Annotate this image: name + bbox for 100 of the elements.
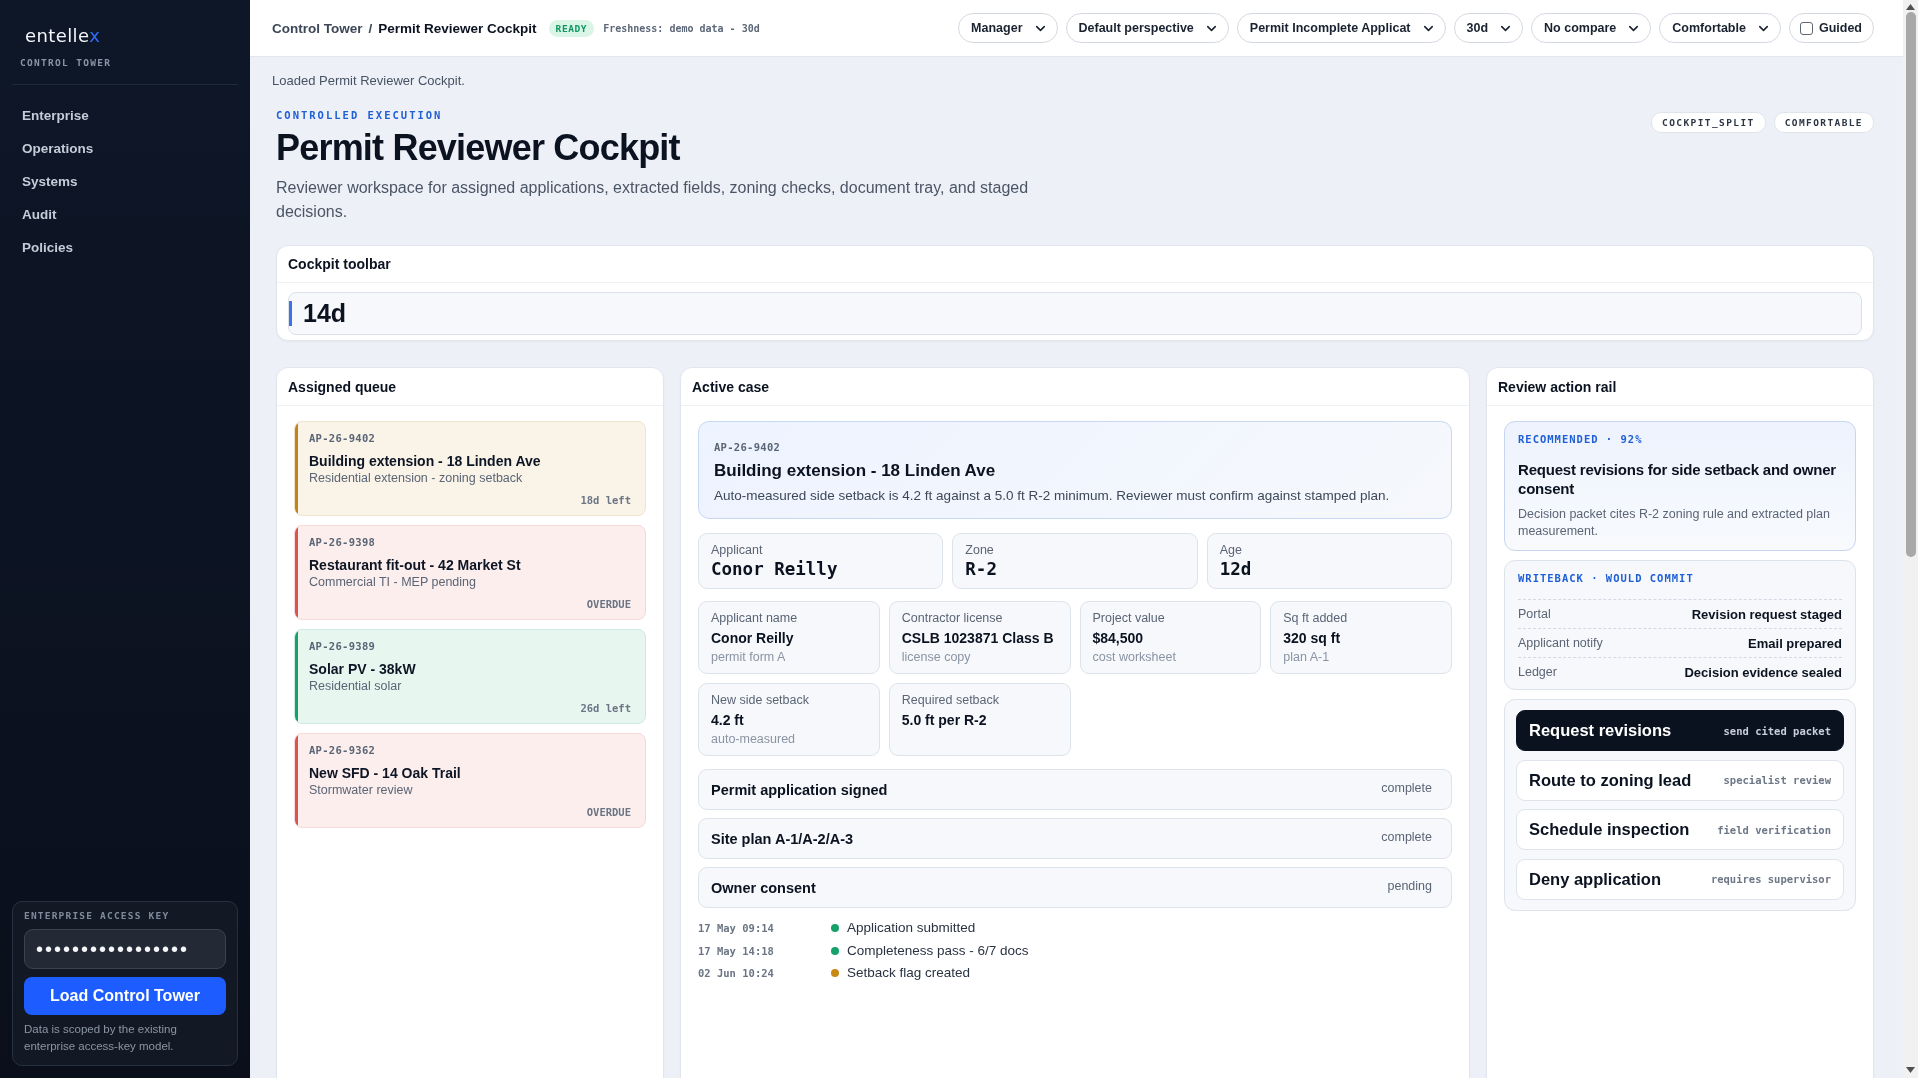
field-source: permit form A (711, 649, 786, 665)
case-id: AP-26-9389 (309, 639, 376, 653)
document-row[interactable]: Permit application signed complete (698, 769, 1452, 810)
freshness-text: Freshness: demo data - 30d (603, 22, 760, 34)
action-button[interactable]: Request revisions send cited packet (1516, 710, 1844, 751)
timeline-text: Completeness pass - 6/7 docs (847, 941, 1029, 960)
stat-value: R-2 (965, 558, 997, 580)
action-hint: field verification (1717, 823, 1831, 836)
document-name: Site plan A-1/A-2/A-3 (711, 830, 854, 847)
due-label: OVERDUE (586, 597, 631, 611)
field-source: cost worksheet (1092, 649, 1176, 665)
field-label: Sq ft added (1283, 610, 1348, 626)
field-value: CSLB 1023871 Class B (901, 629, 1054, 648)
status-badge: READY (548, 19, 595, 37)
case-id: AP-26-9362 (309, 743, 376, 757)
writeback-title: WRITEBACK · WOULD COMMIT (1518, 571, 1694, 585)
recommendation-description: Decision packet cites R-2 zoning rule and extracted plan measurement. (1518, 506, 1831, 539)
due-label: 26d left (580, 701, 631, 715)
access-key-label: ENTERPRISE ACCESS KEY (24, 910, 170, 922)
guided-toggle[interactable]: Guided (1788, 13, 1874, 43)
timeline-time: 02 Jun 10:24 (698, 966, 775, 981)
checkbox[interactable] (1799, 21, 1813, 35)
writeback-value: Revision request staged (1691, 606, 1842, 622)
layout-tag: COMFORTABLE (1773, 112, 1874, 133)
queue-card[interactable]: AP-26-9398 Restaurant fit-out - 42 Market St Commercial TI - MEP pending OVERDUE (294, 525, 646, 620)
nav-link[interactable]: Audit (22, 205, 57, 225)
scope-note: Data is scoped by the existing enterprise access-key model. (24, 1022, 178, 1054)
scroll-up-icon[interactable] (1906, 4, 1915, 10)
scroll-down-icon[interactable] (1906, 1067, 1915, 1073)
scrollbar[interactable] (1903, 0, 1918, 1078)
case-id: AP-26-9402 (309, 431, 376, 445)
dropdown[interactable]: No compare (1531, 13, 1652, 43)
panel-title: Review action rail (1498, 377, 1617, 396)
breadcrumb-link[interactable]: Control Tower (272, 20, 363, 36)
document-status: pending (1387, 879, 1432, 893)
case-title: Building extension - 18 Linden Ave (309, 452, 541, 470)
metric-value: 14d (289, 301, 347, 326)
case-title: New SFD - 14 Oak Trail (309, 764, 461, 782)
document-row[interactable]: Owner consent pending (698, 867, 1452, 908)
writeback-value: Decision evidence sealed (1684, 664, 1842, 680)
timeline-time: 17 May 09:14 (698, 921, 775, 936)
field-source: auto-measured (711, 731, 796, 747)
writeback-label: Applicant notify (1518, 636, 1603, 650)
field-label: Project value (1092, 610, 1165, 626)
case-subtitle: Stormwater review (309, 782, 413, 798)
dropdown[interactable]: Permit Incomplete Applicat (1236, 13, 1446, 43)
dropdown[interactable]: 30d (1453, 13, 1524, 43)
case-id: AP-26-9398 (309, 535, 376, 549)
case-subtitle: Residential solar (309, 678, 402, 694)
nav-link[interactable]: Enterprise (22, 106, 89, 126)
card-title: Cockpit toolbar (288, 255, 391, 273)
document-row[interactable]: Site plan A-1/A-2/A-3 complete (698, 818, 1452, 859)
scrollbar-thumb[interactable] (1905, 12, 1916, 557)
dropdown[interactable]: Default perspective (1065, 13, 1229, 43)
section-eyebrow: CONTROLLED EXECUTION (276, 108, 443, 122)
field-label: Required setback (901, 692, 1000, 708)
panel-title: Assigned queue (288, 377, 397, 396)
writeback-label: Portal (1518, 607, 1551, 621)
field-label: New side setback (711, 692, 809, 708)
field-source: license copy (901, 649, 971, 665)
stat-value: 12d (1219, 558, 1252, 580)
field-value: 4.2 ft (711, 711, 744, 730)
queue-card[interactable]: AP-26-9402 Building extension - 18 Linden Ave Residential extension - zoning setback 18d left (294, 421, 646, 516)
dropdown[interactable]: Comfortable (1659, 13, 1781, 43)
nav-link[interactable]: Policies (22, 238, 74, 258)
document-name: Permit application signed (711, 781, 888, 798)
field-value: 5.0 ft per R-2 (901, 711, 987, 730)
status-message: Loaded Permit Reviewer Cockpit. (272, 73, 465, 89)
case-id: AP-26-9402 (714, 440, 781, 454)
action-hint: requires supervisor (1710, 873, 1831, 885)
case-subtitle: Residential extension - zoning setback (309, 470, 523, 486)
load-button[interactable]: Load Control Tower (24, 977, 226, 1015)
stat-value: Conor Reilly (711, 558, 838, 580)
field-label: Applicant name (711, 610, 798, 626)
action-button[interactable]: Schedule inspection field verification (1516, 809, 1844, 850)
document-status: complete (1381, 781, 1432, 795)
timeline-time: 17 May 14:18 (698, 943, 775, 959)
action-button[interactable]: Route to zoning lead specialist review (1516, 759, 1844, 801)
case-subtitle: Commercial TI - MEP pending (309, 574, 476, 590)
field-source: plan A-1 (1283, 649, 1330, 665)
field-value: Conor Reilly (711, 629, 794, 648)
writeback-label: Ledger (1518, 665, 1557, 679)
queue-card[interactable]: AP-26-9389 Solar PV - 38kW Residential solar 26d left (294, 629, 646, 724)
field-value: 320 sq ft (1283, 629, 1341, 648)
recommendation-tag: RECOMMENDED · 92% (1518, 432, 1643, 446)
writeback-value: Email prepared (1748, 635, 1842, 651)
logo-subtitle: CONTROL TOWER (20, 57, 112, 69)
password-field[interactable]: ••••••••••••••••• (24, 929, 226, 969)
dropdown[interactable]: Manager (958, 13, 1058, 43)
timeline-text: Application submitted (847, 919, 977, 937)
nav-link[interactable]: Operations (22, 139, 94, 159)
queue-card[interactable]: AP-26-9362 New SFD - 14 Oak Trail Stormwater review OVERDUE (294, 733, 646, 828)
recommendation-title: Request revisions for side setback and owner consent (1518, 460, 1837, 498)
action-hint: specialist review (1723, 774, 1831, 786)
document-name: Owner consent (711, 879, 816, 896)
stat-label: Age (1219, 542, 1242, 558)
nav-link[interactable]: Systems (22, 172, 78, 192)
stat-label: Applicant (711, 542, 763, 558)
action-button[interactable]: Deny application requires supervisor (1516, 858, 1844, 900)
action-hint: send cited packet (1723, 724, 1831, 737)
